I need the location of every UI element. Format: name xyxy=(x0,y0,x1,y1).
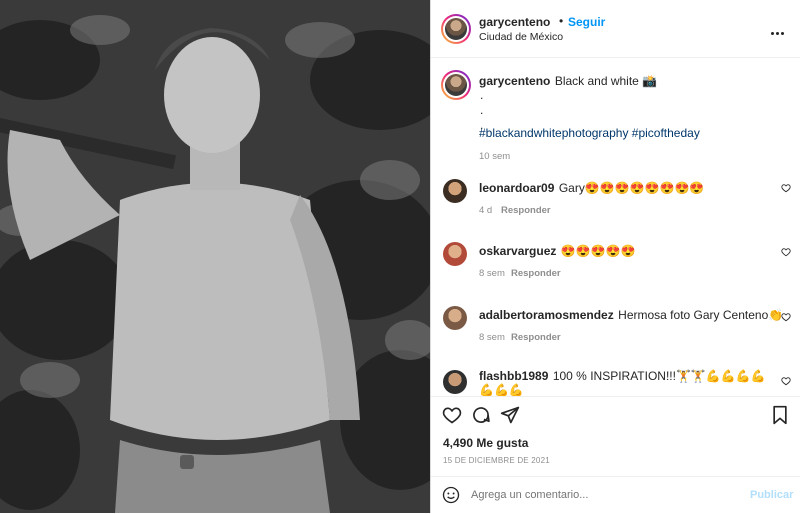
comments-area[interactable]: garycenteno Black and white 📸 . . . #bla… xyxy=(431,58,800,396)
comment-heart-icon[interactable] xyxy=(781,312,791,322)
post-header: garycenteno • Seguir Ciudad de México xyxy=(431,0,800,58)
comment-username[interactable]: leonardoar09 xyxy=(479,181,554,195)
comment-line: flashbb1989 100 % INSPIRATION!!!🏋🏋💪💪💪💪💪💪… xyxy=(479,369,769,396)
caption-avatar[interactable] xyxy=(441,70,471,100)
reply-button[interactable]: Responder xyxy=(511,268,561,279)
caption-dot: . xyxy=(480,103,484,117)
comment-line: leonardoar09 Gary😍😍😍😍😍😍😍😍 xyxy=(479,179,704,197)
comment-heart-icon[interactable] xyxy=(781,376,791,386)
caption-username[interactable]: garycenteno xyxy=(479,74,550,88)
dot-separator: • xyxy=(559,14,564,28)
publish-button[interactable]: Publicar xyxy=(750,489,793,501)
comment-username[interactable]: adalbertoramosmendez xyxy=(479,308,614,322)
reply-button[interactable]: Responder xyxy=(501,205,551,216)
comment-line: oskarvarguez 😍😍😍😍😍 xyxy=(479,242,636,260)
comment-avatar[interactable] xyxy=(443,179,467,203)
share-icon[interactable] xyxy=(500,405,520,425)
caption-age[interactable]: 10 sem xyxy=(479,151,510,162)
author-username[interactable]: garycenteno xyxy=(479,15,550,29)
comment-composer: Publicar xyxy=(431,476,800,514)
comment-age[interactable]: 4 d xyxy=(479,205,492,216)
comment-age[interactable]: 8 sem xyxy=(479,332,505,343)
bookmark-icon[interactable] xyxy=(771,405,789,425)
comment-line: adalbertoramosmendez Hermosa foto Gary C… xyxy=(479,306,783,324)
comment-username[interactable]: flashbb1989 xyxy=(479,369,548,383)
caption-title: Black and white 📸 xyxy=(554,74,658,88)
comment-age[interactable]: 8 sem xyxy=(479,268,505,279)
comment-heart-icon[interactable] xyxy=(781,247,791,257)
comment-avatar[interactable] xyxy=(443,306,467,330)
comment-avatar[interactable] xyxy=(443,242,467,266)
comment-text: 😍😍😍😍😍 xyxy=(560,244,636,258)
comment-heart-icon[interactable] xyxy=(781,183,791,193)
comment-text: Gary😍😍😍😍😍😍😍😍 xyxy=(558,181,705,195)
heart-icon[interactable] xyxy=(442,405,462,425)
post-date[interactable]: 15 DE DICIEMBRE DE 2021 xyxy=(443,456,550,465)
comment-input[interactable] xyxy=(471,485,731,505)
caption-dot: . xyxy=(480,88,484,102)
post-photo[interactable] xyxy=(0,0,430,513)
likes-count[interactable]: 4,490 Me gusta xyxy=(443,436,528,450)
follow-button[interactable]: Seguir xyxy=(568,15,605,29)
post-actions: 4,490 Me gusta 15 DE DICIEMBRE DE 2021 xyxy=(431,396,800,477)
smile-icon[interactable] xyxy=(442,486,460,504)
comment-username[interactable]: oskarvarguez xyxy=(479,244,556,258)
comment-icon[interactable] xyxy=(471,405,491,425)
post-sidebar: garycenteno • Seguir Ciudad de México ga… xyxy=(430,0,800,513)
photo-illustration xyxy=(0,0,430,513)
author-avatar[interactable] xyxy=(441,14,471,44)
comment-avatar[interactable] xyxy=(443,370,467,394)
more-icon[interactable] xyxy=(771,22,786,40)
caption-hashtags[interactable]: #blackandwhitephotography #picoftheday xyxy=(479,126,700,140)
location-link[interactable]: Ciudad de México xyxy=(479,31,563,43)
comment-text: Hermosa foto Gary Centeno👏 xyxy=(618,308,784,322)
caption-block: garycenteno Black and white 📸 xyxy=(479,72,779,90)
reply-button[interactable]: Responder xyxy=(511,332,561,343)
